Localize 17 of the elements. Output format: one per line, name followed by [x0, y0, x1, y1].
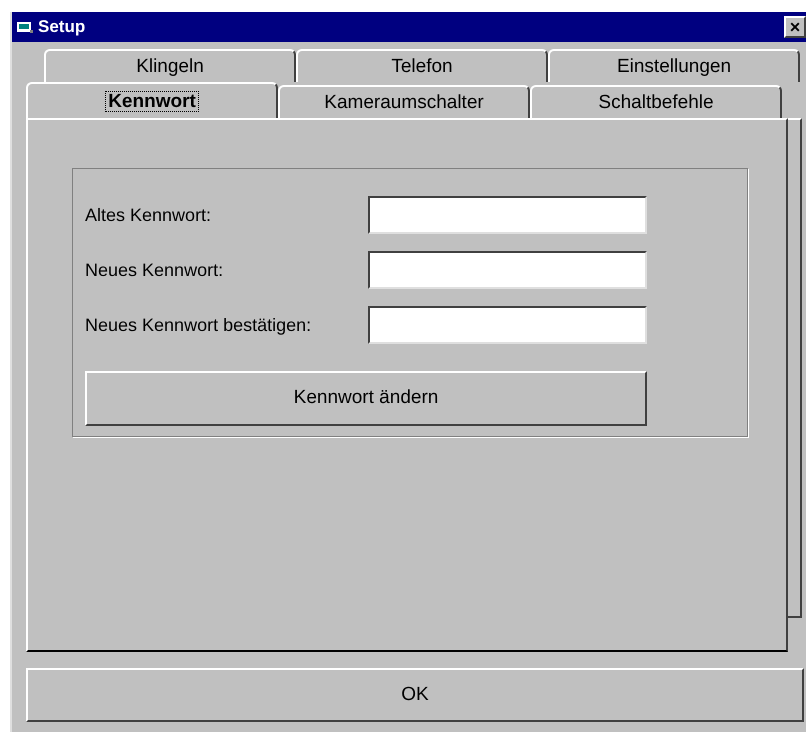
change-password-button[interactable]: Kennwort ändern: [85, 371, 647, 426]
input-field[interactable]: [368, 196, 647, 234]
window-icon: [16, 19, 34, 35]
input-field[interactable]: [368, 251, 647, 289]
field-label: Neues Kennwort:: [85, 258, 224, 282]
tab[interactable]: Schaltbefehle: [530, 85, 782, 118]
ok-button[interactable]: OK: [26, 668, 804, 722]
input-field[interactable]: [368, 306, 647, 344]
field-label: Altes Kennwort:: [85, 204, 212, 226]
tab[interactable]: Telefon: [296, 49, 548, 82]
window-title: Setup: [38, 16, 86, 38]
field-label: Neues Kennwort bestätigen:: [85, 314, 312, 337]
tab[interactable]: Einstellungen: [548, 49, 800, 82]
tab[interactable]: Kennwort: [26, 82, 278, 118]
close-button[interactable]: ×: [784, 16, 806, 38]
tab[interactable]: Kameraumschalter: [278, 85, 530, 118]
tab[interactable]: Klingeln: [44, 49, 296, 82]
